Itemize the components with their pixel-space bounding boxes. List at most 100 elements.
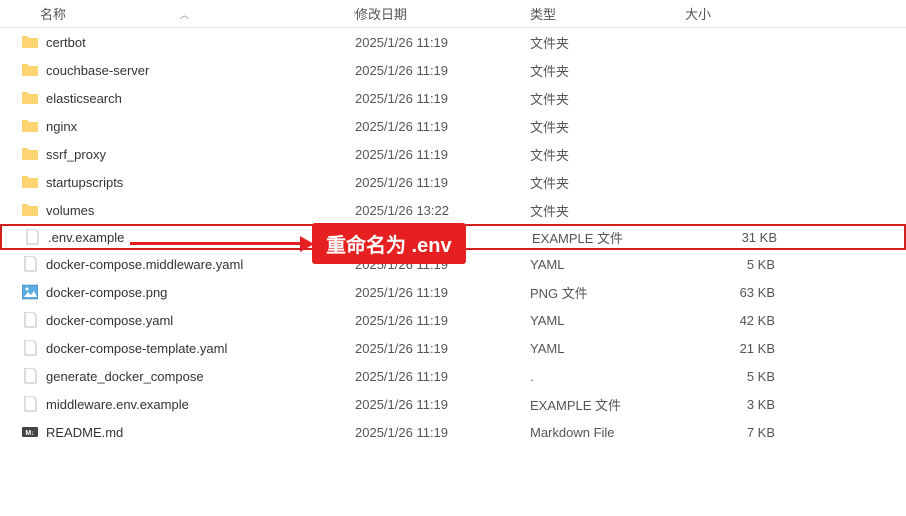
file-name-text: startupscripts — [46, 175, 123, 190]
file-size-cell: 5 KB — [685, 369, 815, 384]
file-name-text: certbot — [46, 35, 86, 50]
file-date-cell: 2025/1/26 11:19 — [355, 425, 530, 440]
png-icon — [22, 284, 38, 300]
file-name-text: elasticsearch — [46, 91, 122, 106]
file-type-cell: 文件夹 — [530, 89, 685, 108]
column-size-label: 大小 — [685, 7, 711, 22]
file-name-text: middleware.env.example — [46, 397, 189, 412]
file-row[interactable]: couchbase-server 2025/1/26 11:19文件夹 — [0, 56, 906, 84]
file-type-cell: 文件夹 — [530, 117, 685, 136]
file-type-cell: YAML — [530, 313, 685, 328]
file-type-cell: . — [530, 369, 685, 384]
file-row[interactable]: docker-compose.yaml 2025/1/26 11:19YAML42… — [0, 306, 906, 334]
file-type-cell: YAML — [530, 341, 685, 356]
file-date-cell: 2025/1/26 13:22 — [355, 203, 530, 218]
file-type-cell: 文件夹 — [530, 33, 685, 52]
file-name-cell: nginx — [0, 118, 355, 134]
file-size-cell: 31 KB — [687, 230, 817, 245]
file-date-cell: 2025/1/26 11:19 — [355, 91, 530, 106]
file-size-cell: 5 KB — [685, 257, 815, 272]
file-date-cell: 2025/1/26 11:19 — [355, 63, 530, 78]
file-icon — [22, 340, 38, 356]
file-row[interactable]: middleware.env.example2025/1/26 11:19EXA… — [0, 390, 906, 418]
column-date-label: 修改日期 — [355, 7, 407, 22]
file-row[interactable]: M↓ README.md 2025/1/26 11:19Markdown File7… — [0, 418, 906, 446]
file-size-cell: 3 KB — [685, 397, 815, 412]
sort-indicator-icon: ︿ — [180, 8, 189, 21]
file-name-cell: M↓ README.md — [0, 424, 355, 440]
file-date-cell: 2025/1/26 11:19 — [355, 119, 530, 134]
file-row[interactable]: nginx 2025/1/26 11:19文件夹 — [0, 112, 906, 140]
column-header-date[interactable]: 修改日期 — [355, 4, 530, 23]
folder-icon — [22, 146, 38, 162]
file-date-cell: 2025/1/26 11:19 — [355, 35, 530, 50]
file-name-text: generate_docker_compose — [46, 369, 204, 384]
folder-icon — [22, 202, 38, 218]
file-type-cell: EXAMPLE 文件 — [532, 228, 687, 247]
folder-icon — [22, 34, 38, 50]
folder-icon — [22, 118, 38, 134]
file-name-text: ssrf_proxy — [46, 147, 106, 162]
file-name-text: docker-compose.yaml — [46, 313, 173, 328]
file-type-cell: YAML — [530, 257, 685, 272]
column-header-size[interactable]: 大小 — [685, 4, 815, 23]
file-name-cell: volumes — [0, 202, 355, 218]
file-date-cell: 2025/1/26 11:19 — [355, 285, 530, 300]
file-size-cell: 21 KB — [685, 341, 815, 356]
file-name-cell: generate_docker_compose — [0, 368, 355, 384]
file-row[interactable]: elasticsearch 2025/1/26 11:19文件夹 — [0, 84, 906, 112]
annotation-overlay: 重命名为 .env — [130, 223, 466, 264]
annotation-arrow-line — [130, 242, 300, 245]
file-date-cell: 2025/1/26 11:19 — [355, 313, 530, 328]
file-row[interactable]: volumes 2025/1/26 13:22文件夹 — [0, 196, 906, 224]
column-header-name[interactable]: 名称 ︿ — [0, 4, 355, 23]
folder-icon — [22, 174, 38, 190]
file-date-cell: 2025/1/26 11:19 — [355, 147, 530, 162]
column-name-label: 名称 — [40, 4, 66, 23]
file-row[interactable]: docker-compose.png2025/1/26 11:19PNG 文件6… — [0, 278, 906, 306]
header-divider — [354, 10, 355, 17]
file-name-text: .env.example — [48, 230, 124, 245]
file-name-text: couchbase-server — [46, 63, 149, 78]
file-type-cell: EXAMPLE 文件 — [530, 395, 685, 414]
md-icon: M↓ — [22, 424, 38, 440]
file-size-cell: 42 KB — [685, 313, 815, 328]
file-name-cell: couchbase-server — [0, 62, 355, 78]
file-type-cell: 文件夹 — [530, 201, 685, 220]
file-name-text: README.md — [46, 425, 123, 440]
file-row[interactable]: generate_docker_compose 2025/1/26 11:19.5… — [0, 362, 906, 390]
file-name-cell: elasticsearch — [0, 90, 355, 106]
file-name-cell: startupscripts — [0, 174, 355, 190]
folder-icon — [22, 62, 38, 78]
file-icon — [22, 256, 38, 272]
file-size-cell: 7 KB — [685, 425, 815, 440]
file-date-cell: 2025/1/26 11:19 — [355, 175, 530, 190]
file-type-cell: Markdown File — [530, 425, 685, 440]
file-type-cell: 文件夹 — [530, 173, 685, 192]
file-icon — [22, 396, 38, 412]
file-date-cell: 2025/1/26 11:19 — [355, 369, 530, 384]
file-name-cell: certbot — [0, 34, 355, 50]
file-name-cell: middleware.env.example — [0, 396, 355, 412]
file-row[interactable]: startupscripts 2025/1/26 11:19文件夹 — [0, 168, 906, 196]
folder-icon — [22, 90, 38, 106]
file-row[interactable]: certbot 2025/1/26 11:19文件夹 — [0, 28, 906, 56]
file-name-text: volumes — [46, 203, 94, 218]
file-name-text: docker-compose-template.yaml — [46, 341, 227, 356]
file-name-cell: docker-compose-template.yaml — [0, 340, 355, 356]
file-name-text: nginx — [46, 119, 77, 134]
file-name-cell: ssrf_proxy — [0, 146, 355, 162]
file-name-cell: docker-compose.png — [0, 284, 355, 300]
file-type-cell: 文件夹 — [530, 61, 685, 80]
file-icon — [22, 312, 38, 328]
file-type-cell: PNG 文件 — [530, 283, 685, 302]
annotation-text-box: 重命名为 .env — [312, 223, 466, 264]
svg-text:M↓: M↓ — [25, 430, 34, 437]
file-date-cell: 2025/1/26 11:19 — [355, 341, 530, 356]
file-icon — [24, 229, 40, 245]
file-row[interactable]: docker-compose-template.yaml 2025/1/26 11… — [0, 334, 906, 362]
file-name-text: docker-compose.png — [46, 285, 167, 300]
column-headers: 名称 ︿ 修改日期 类型 大小 — [0, 0, 906, 28]
file-row[interactable]: ssrf_proxy2025/1/26 11:19文件夹 — [0, 140, 906, 168]
column-header-type[interactable]: 类型 — [530, 4, 685, 23]
